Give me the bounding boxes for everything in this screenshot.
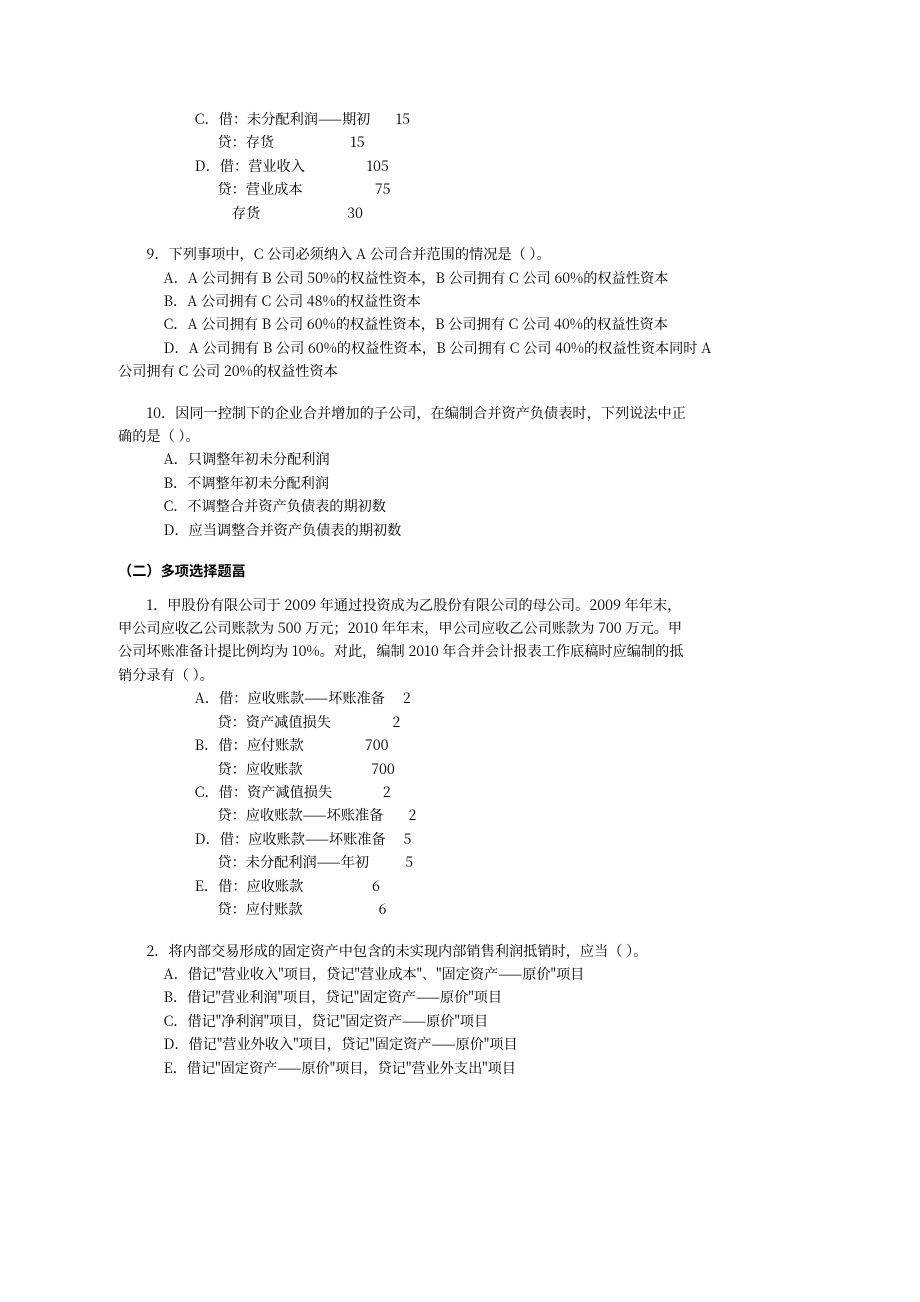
m1-a-dr: 借：应收账款——坏账准备	[219, 688, 385, 708]
m1-b-dr: 借：应付账款	[218, 735, 303, 755]
option-d-credit2-line: 存货 30	[217, 202, 802, 225]
m2-option-c: C．借记"净利润"项目，贷记"固定资产——原价"项目	[163, 1010, 802, 1033]
m1-c-dr-amt: 2	[383, 782, 391, 802]
section-2-heading: （二）多项选择题畐	[118, 560, 802, 583]
option-d-label: D．	[195, 156, 220, 176]
m1-b-cr-amt: 700	[371, 759, 395, 779]
m1-c-label: C．	[195, 782, 219, 802]
option-c-debit-line: C．借：未分配利润——期初 15	[195, 108, 802, 131]
m1-stem-line1: 1．甲股份有限公司于 2009 年通过投资成为乙股份有限公司的母公司。2009 …	[118, 594, 802, 617]
option-c-debit-text: 借：未分配利润——期初	[219, 109, 371, 129]
m1-e-cr: 贷：应付账款	[217, 899, 302, 919]
option-d-credit2-amount: 30	[347, 203, 363, 223]
m2-option-b: B．借记"营业利润"项目，贷记"固定资产——原价"项目	[163, 986, 802, 1009]
m2-option-a: A．借记"营业收入"项目，贷记"营业成本"、"固定资产——原价"项目	[163, 963, 802, 986]
m1-a-debit: A．借：应收账款——坏账准备 2	[195, 687, 802, 710]
m1-e-dr-amt: 6	[372, 876, 380, 896]
m1-b-cr: 贷：应收账款	[217, 759, 302, 779]
q9-option-a: A．A 公司拥有 B 公司 50%的权益性资本，B 公司拥有 C 公司 60%的…	[163, 267, 802, 290]
multi-question-1: 1．甲股份有限公司于 2009 年通过投资成为乙股份有限公司的母公司。2009 …	[118, 594, 802, 922]
m1-d-cr: 贷：未分配利润——年初	[217, 852, 369, 872]
q10-option-a: A．只调整年初未分配利润	[163, 448, 802, 471]
q10-option-c: C．不调整合并资产负债表的期初数	[163, 495, 802, 518]
m1-c-credit: 贷：应收账款——坏账准备 2	[217, 804, 802, 827]
q9-option-b: B．A 公司拥有 C 公司 48%的权益性资本	[163, 290, 802, 313]
m1-a-dr-amt: 2	[403, 688, 411, 708]
q10-stem-line2: 确的是（ ）。	[118, 425, 802, 448]
question-10: 10．因同一控制下的企业合并增加的子公司，在编制合并资产负债表时，下列说法中正 …	[118, 402, 802, 543]
m1-stem-line4: 销分录有（ ）。	[118, 664, 802, 687]
option-c-credit-line: 贷：存货 15	[217, 131, 802, 154]
option-d-credit1-text: 贷：营业成本	[217, 179, 302, 199]
q9-option-c: C．A 公司拥有 B 公司 60%的权益性资本，B 公司拥有 C 公司 40%的…	[163, 313, 802, 336]
m2-option-d: D．借记"营业外收入"项目，贷记"固定资产——原价"项目	[163, 1033, 802, 1056]
m1-b-dr-amt: 700	[365, 735, 389, 755]
m1-c-cr: 贷：应收账款——坏账准备	[217, 805, 383, 825]
m1-d-label: D．	[195, 829, 220, 849]
m1-b-label: B．	[195, 735, 219, 755]
option-d-debit-line: D．借：营业收入 105	[195, 155, 802, 178]
m1-e-debit: E．借：应收账款 6	[195, 875, 802, 898]
option-c-debit-amount: 15	[395, 109, 410, 129]
multi-question-2: 2．将内部交易形成的固定资产中包含的未实现内部销售利润抵销时，应当（ ）。 A．…	[118, 940, 802, 1081]
m1-stem-line2: 甲公司应收乙公司账款为 500 万元；2010 年年末，甲公司应收乙公司账款为 …	[118, 617, 802, 640]
m1-e-label: E．	[195, 876, 218, 896]
m1-a-label: A．	[195, 688, 219, 708]
m1-d-cr-amt: 5	[405, 852, 413, 872]
m1-b-credit: 贷：应收账款 700	[217, 758, 802, 781]
m1-b-debit: B．借：应付账款 700	[195, 734, 802, 757]
m1-stem-line3: 公司坏账准备计提比例均为 10%。对此，编制 2010 年合并会计报表工作底稿时…	[118, 640, 802, 663]
m1-a-cr-amt: 2	[392, 712, 400, 732]
m1-c-cr-amt: 2	[408, 805, 416, 825]
m1-d-credit: 贷：未分配利润——年初 5	[217, 851, 802, 874]
m1-e-credit: 贷：应付账款 6	[217, 898, 802, 921]
q9-stem: 9．下列事项中，C 公司必须纳入 A 公司合并范围的情况是（ ）。	[118, 243, 802, 266]
q10-option-d: D．应当调整合并资产负债表的期初数	[163, 519, 802, 542]
option-c-credit-text: 贷：存货	[217, 132, 274, 152]
m2-stem: 2．将内部交易形成的固定资产中包含的未实现内部销售利润抵销时，应当（ ）。	[118, 940, 802, 963]
option-d-debit-text: 借：营业收入	[220, 156, 305, 176]
m1-e-cr-amt: 6	[378, 899, 386, 919]
option-d-credit2-text: 存货	[217, 203, 260, 223]
m1-d-debit: D．借：应收账款——坏账准备 5	[195, 828, 802, 851]
m1-c-dr: 借：资产减值损失	[219, 782, 333, 802]
question-9: 9．下列事项中，C 公司必须纳入 A 公司合并范围的情况是（ ）。 A．A 公司…	[118, 243, 802, 384]
m2-option-e: E．借记"固定资产——原价"项目，贷记"营业外支出"项目	[163, 1057, 802, 1080]
m1-c-debit: C．借：资产减值损失 2	[195, 781, 802, 804]
option-c-label: C．	[195, 109, 219, 129]
option-d-credit1-amount: 75	[375, 179, 391, 199]
option-c-entry: C．借：未分配利润——期初 15 贷：存货 15 D．借：营业收入 105 贷：…	[118, 108, 802, 225]
option-d-debit-amount: 105	[366, 156, 389, 176]
option-d-credit1-line: 贷：营业成本 75	[217, 178, 802, 201]
m1-d-dr: 借：应收账款——坏账准备	[220, 829, 386, 849]
q10-stem-line1: 10．因同一控制下的企业合并增加的子公司，在编制合并资产负债表时，下列说法中正	[118, 402, 802, 425]
q9-option-d-line2: 公司拥有 C 公司 20%的权益性资本	[118, 360, 802, 383]
m1-d-dr-amt: 5	[404, 829, 412, 849]
option-c-credit-amount: 15	[350, 132, 365, 152]
q9-option-d-line1: D．A 公司拥有 B 公司 60%的权益性资本，B 公司拥有 C 公司 40%的…	[163, 337, 802, 360]
m1-a-credit: 贷：资产减值损失 2	[217, 711, 802, 734]
m1-e-dr: 借：应收账款	[218, 876, 303, 896]
m1-a-cr: 贷：资产减值损失	[217, 712, 331, 732]
q10-option-b: B．不调整年初未分配利润	[163, 472, 802, 495]
